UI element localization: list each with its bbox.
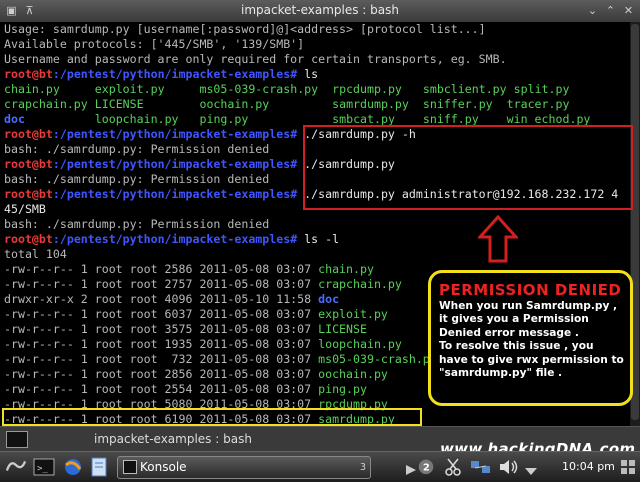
workspace-number: 2 <box>423 463 430 474</box>
prompt-path: :/pentest/python/impacket-examples# <box>52 232 298 246</box>
samrdump-row-highlight <box>2 408 422 426</box>
listing-file-name: crapchain.py <box>318 277 402 291</box>
network-icon[interactable] <box>470 457 492 477</box>
ls-file-entry: crapchain.py <box>4 97 88 111</box>
ls-file-entry: sniff.py <box>422 112 479 126</box>
ls-row: crapchain.py LICENSE oochain.py samrdump… <box>0 97 630 112</box>
svg-text:>_: >_ <box>37 464 48 474</box>
ls-dir-entry: doc <box>4 112 25 126</box>
total-text: total 104 <box>4 247 67 261</box>
listing-dir-name: doc <box>318 292 340 306</box>
ls-file-entry: sniffer.py <box>422 97 493 111</box>
error-text: bash: ./samrdump.py: Permission denied <box>4 142 270 156</box>
error-text: bash: ./samrdump.py: Permission denied <box>4 217 270 231</box>
window-titlebar[interactable]: ▣ ⊼ impacket-examples : bash ⌄ ⌃ ✕ <box>0 0 640 23</box>
prompt-user: root@bt <box>4 232 53 246</box>
listing-file-name: exploit.py <box>318 307 388 321</box>
prompt-path: :/pentest/python/impacket-examples# <box>52 157 298 171</box>
usage-text: Username and password are only required … <box>4 52 507 66</box>
ls-file-entry: tracer.py <box>506 97 570 111</box>
listing-file-name: oochain.py <box>318 367 388 381</box>
usage-text: Usage: samrdump.py [username[:password]@… <box>4 22 486 36</box>
listing-file-name: chain.py <box>318 262 374 276</box>
commands-highlight-box <box>303 125 633 210</box>
usage-line: Username and password are only required … <box>0 52 630 67</box>
listing-meta: -rw-r--r-- 1 root root 1935 2011-05-08 0… <box>4 337 319 351</box>
prompt-user: root@bt <box>4 157 53 171</box>
listing-file-name: ms05-039-crash.py <box>318 352 437 366</box>
error-line: bash: ./samrdump.py: Permission denied <box>0 217 630 232</box>
listing-meta: -rw-r--r-- 1 root root 2586 2011-05-08 0… <box>4 262 319 276</box>
ls-file-entry: samrdump.py <box>332 97 409 111</box>
close-icon[interactable]: ✕ <box>621 3 636 18</box>
listing-meta: -rw-r--r-- 1 root root 2757 2011-05-08 0… <box>4 277 319 291</box>
command-wrap-text: 45/SMB <box>4 202 46 216</box>
minimize-icon[interactable]: ⌄ <box>585 3 600 18</box>
terminal-launcher-icon[interactable]: >_ <box>33 457 55 477</box>
prompt-line: root@bt:/pentest/python/impacket-example… <box>0 232 630 247</box>
command-text: ls -l <box>297 232 340 246</box>
prompt-user: root@bt <box>4 67 53 81</box>
prompt-user: root@bt <box>4 187 53 201</box>
listing-meta: -rw-r--r-- 1 root root 732 2011-05-08 03… <box>4 352 319 366</box>
tray-expand-icon[interactable] <box>524 461 538 481</box>
listing-file-name: loopchain.py <box>318 337 402 351</box>
notes-icon[interactable] <box>90 457 108 477</box>
callout-body: When you run Samrdump.py , it gives you … <box>439 300 624 380</box>
maximize-icon[interactable]: ⌃ <box>603 3 618 18</box>
prompt-line: root@bt:/pentest/python/impacket-example… <box>0 67 630 82</box>
usage-line: Usage: samrdump.py [username[:password]@… <box>0 22 630 37</box>
usage-text: Available protocols: ['445/SMB', '139/SM… <box>4 37 305 51</box>
browser-icon[interactable] <box>62 457 84 477</box>
ls-file-entry: smbcat.py <box>332 112 395 126</box>
ls-file-entry: rpcdump.py <box>332 82 402 96</box>
ls-file-entry: smbclient.py <box>422 82 507 96</box>
konsole-task-icon <box>123 460 137 474</box>
ls-row: chain.py exploit.py ms05-039-crash.py rp… <box>0 82 630 97</box>
prompt-user: root@bt <box>4 127 53 141</box>
usage-line: Available protocols: ['445/SMB', '139/SM… <box>0 37 630 52</box>
listing-meta: -rw-r--r-- 1 root root 6037 2011-05-08 0… <box>4 307 319 321</box>
listing-file-name: ping.py <box>318 382 367 396</box>
task-label: Konsole <box>140 460 187 474</box>
listing-meta: -rw-r--r-- 1 root root 2856 2011-05-08 0… <box>4 367 319 381</box>
ls-file-entry: ping.py <box>199 112 249 126</box>
prompt-path: :/pentest/python/impacket-examples# <box>52 67 298 81</box>
tab-impacket-examples[interactable]: impacket-examples : bash <box>94 432 252 446</box>
callout-title: PERMISSION DENIED <box>439 281 622 299</box>
permission-denied-callout: PERMISSION DENIED When you run Samrdump.… <box>428 270 633 406</box>
ls-file-entry: exploit.py <box>94 82 165 96</box>
listing-file-name: LICENSE <box>318 322 367 336</box>
listing-meta: -rw-r--r-- 1 root root 2554 2011-05-08 0… <box>4 382 319 396</box>
taskbar-konsole-button[interactable]: Konsole 3 <box>117 456 371 479</box>
ls-file-entry: win_echod.py <box>506 112 591 126</box>
prompt-path: :/pentest/python/impacket-examples# <box>52 127 298 141</box>
total-line: total 104 <box>0 247 630 262</box>
taskbar: >_ Konsole 3 2 10:04 pm <box>0 451 640 482</box>
ls-file-entry: oochain.py <box>199 97 270 111</box>
listing-meta: -rw-r--r-- 1 root root 3575 2011-05-08 0… <box>4 322 319 336</box>
window-title: impacket-examples : bash <box>241 3 399 17</box>
error-text: bash: ./samrdump.py: Permission denied <box>4 172 270 186</box>
new-tab-icon[interactable] <box>6 431 28 448</box>
task-count: 3 <box>359 462 366 473</box>
up-arrow-icon <box>478 215 518 263</box>
ls-file-entry: split.py <box>513 82 570 96</box>
ls-file-entry: LICENSE <box>94 97 144 111</box>
panel-toolbox-icon[interactable] <box>620 458 636 478</box>
clock[interactable]: 10:04 pm <box>562 460 615 473</box>
workspace-badge[interactable]: 2 <box>416 456 436 476</box>
listing-meta: drwxr-xr-x 2 root root 4096 2011-05-10 1… <box>4 292 319 306</box>
kde-menu-icon[interactable] <box>4 456 28 476</box>
volume-icon[interactable] <box>498 457 520 477</box>
prompt-path: :/pentest/python/impacket-examples# <box>52 187 298 201</box>
scissors-icon[interactable] <box>444 457 462 477</box>
ls-file-entry: ms05-039-crash.py <box>199 82 319 96</box>
command-text: ls <box>297 67 319 81</box>
ls-file-entry: chain.py <box>4 82 60 96</box>
ls-file-entry: loopchain.py <box>94 112 179 126</box>
